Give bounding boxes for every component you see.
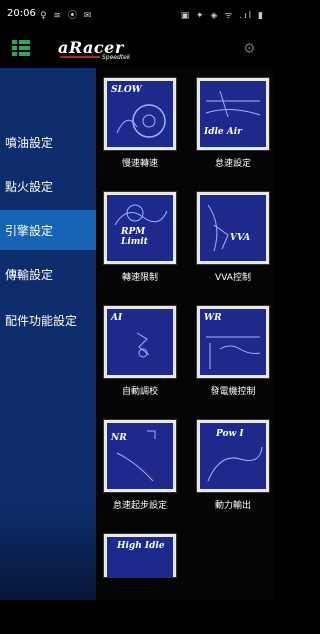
vva-icon: [207, 204, 229, 252]
tile-card: NR: [104, 420, 176, 492]
idle-air-icon: [205, 90, 261, 118]
ecu-settings-icon[interactable]: ⚙: [243, 41, 261, 57]
tile-title: WR: [204, 313, 222, 323]
sidebar-item-label: 傳輸設定: [5, 268, 54, 282]
tile-label: 動力輸出: [214, 501, 251, 511]
tile-card: AI: [104, 306, 176, 378]
tile-pow[interactable]: Pow I 動力輸出: [197, 420, 269, 520]
sidebar: 噴油設定 點火設定 引擎設定 傳輸設定 配件功能設定: [0, 68, 96, 600]
sidebar-item-ignition[interactable]: 點火設定: [0, 166, 96, 206]
tile-card: WR: [197, 306, 269, 378]
tile-title: RPM Limit: [121, 227, 148, 247]
tile-card: Pow I: [197, 420, 269, 492]
sidebar-item-label: 點火設定: [5, 180, 54, 194]
system-status-icons: ▣ ✦ ◈ ᯤ .ıl ▮: [180, 11, 265, 21]
tile-title: Idle Air: [204, 127, 242, 137]
tile-label: 發電機控制: [210, 387, 256, 397]
tile-label: 自動調校: [121, 387, 158, 397]
sidebar-item-label: 噴油設定: [5, 136, 54, 150]
tile-label: VVA控制: [215, 273, 251, 283]
tile-title: High Idle: [117, 541, 165, 551]
notification-icons: ♀ ≋ ⦿ ✉: [40, 11, 94, 21]
tile-ai[interactable]: AI 自動調校: [104, 306, 176, 406]
tile-slow[interactable]: SLOW 慢速轉速: [104, 78, 176, 178]
logo-swoosh: [60, 56, 100, 58]
tile-rpm-limit[interactable]: RPM Limit 轉速限制: [104, 192, 176, 292]
tile-high-idle[interactable]: High Idle: [104, 534, 176, 634]
app-logo: aRacer Speedtek: [50, 36, 150, 64]
tile-wr[interactable]: WR 發電機控制: [197, 306, 269, 406]
function-grid: SLOW 慢速轉速 Idle Air 怠速設定 RPM Limit 轉速限制 V…: [96, 68, 273, 600]
tile-idle-air[interactable]: Idle Air 怠速設定: [197, 78, 269, 178]
sidebar-item-label: 配件功能設定: [5, 314, 78, 328]
tile-title: SLOW: [111, 85, 142, 95]
tile-card: RPM Limit: [104, 192, 176, 264]
tile-title: NR: [111, 433, 127, 443]
sidebar-item-accessories[interactable]: 配件功能設定: [0, 300, 96, 340]
tile-label: 怠速起步設定: [112, 501, 167, 511]
status-time: 20:06: [7, 8, 36, 19]
tile-title: Pow I: [216, 429, 244, 439]
status-bar: 20:06 ♀ ≋ ⦿ ✉ ▣ ✦ ◈ ᯤ .ıl ▮: [0, 0, 273, 30]
tile-label: 慢速轉速: [121, 159, 158, 169]
tile-card: High Idle: [104, 534, 176, 577]
app-bar: aRacer Speedtek ⚙: [0, 30, 273, 68]
tile-card: SLOW: [104, 78, 176, 150]
sidebar-fade: [0, 508, 96, 600]
tile-vva[interactable]: VVA VVA控制: [197, 192, 269, 292]
sidebar-item-label: 引擎設定: [5, 224, 54, 238]
sidebar-item-engine[interactable]: 引擎設定: [0, 210, 96, 250]
sidebar-item-fuel[interactable]: 噴油設定: [0, 122, 96, 162]
tile-card: VVA: [197, 192, 269, 264]
tile-label: 轉速限制: [121, 273, 158, 283]
logo-subtext: Speedtek: [102, 54, 131, 61]
sidebar-item-transmission[interactable]: 傳輸設定: [0, 254, 96, 294]
menu-grid-icon[interactable]: [12, 40, 30, 56]
tile-title: AI: [111, 313, 123, 323]
tile-label: 怠速設定: [214, 159, 251, 169]
tile-title: VVA: [230, 233, 251, 243]
tile-card: Idle Air: [197, 78, 269, 150]
tile-nr[interactable]: NR 怠速起步設定: [104, 420, 176, 520]
